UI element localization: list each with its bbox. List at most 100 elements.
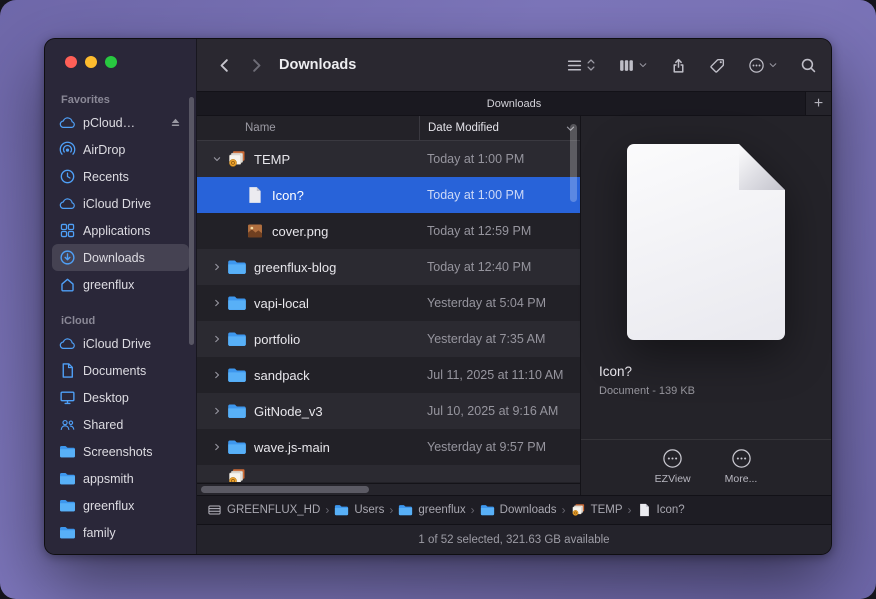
sidebar-section-favorites: FavoritespCloud…AirDrop Recents iCloud Dri… — [45, 85, 196, 298]
sidebar-item-label: Shared — [83, 418, 123, 432]
file-row-icon[interactable]: Icon?Today at 1:00 PM — [197, 177, 580, 213]
sidebar-item-documents[interactable]: Documents — [52, 357, 189, 384]
chevron-left-icon — [216, 57, 233, 74]
file-name: Icon? — [272, 188, 304, 203]
preview-file-name: Icon? — [599, 364, 831, 379]
sidebar-item-label: Recents — [83, 170, 129, 184]
chevron-right-icon — [248, 57, 265, 74]
path-bar: GREENFLUX_HD›Users›greenflux›Downloads›T… — [197, 495, 831, 524]
file-row-temp[interactable]: TEMPToday at 1:00 PM — [197, 141, 580, 177]
toolbar-share-button[interactable] — [670, 57, 687, 74]
sidebar-sections: FavoritespCloud…AirDrop Recents iCloud Dri… — [45, 85, 196, 546]
file-doc-icon — [637, 503, 652, 517]
sidebar-item-pcloud[interactable]: pCloud… — [52, 109, 189, 136]
folder-icon — [59, 443, 76, 460]
file-row-greenflux-blog[interactable]: greenflux-blogToday at 12:40 PM — [197, 249, 580, 285]
forward-button[interactable] — [243, 52, 269, 78]
column-header-name[interactable]: Name — [197, 122, 276, 134]
sidebar-section-icloud: iCloudiCloud DriveDocumentsDesktopShared… — [45, 298, 196, 546]
sidebar-scrollbar[interactable] — [189, 97, 194, 345]
new-tab-button[interactable]: + — [805, 92, 831, 115]
chevron-down-icon — [638, 57, 648, 73]
vertical-scrollbar[interactable] — [570, 124, 577, 202]
path-item-greenflux[interactable]: greenflux — [398, 503, 465, 517]
close-button[interactable] — [65, 56, 77, 68]
cloud-icon — [59, 114, 76, 131]
sidebar-section-title: Favorites — [45, 91, 196, 109]
sidebar-item-family[interactable]: family — [52, 519, 189, 546]
column-header-date-label: Date Modified — [428, 122, 499, 134]
sidebar-item-applications[interactable]: Applications — [52, 217, 189, 244]
tab-downloads[interactable]: Downloads — [487, 98, 541, 110]
sidebar-item-icloud-drive[interactable]: iCloud Drive — [52, 190, 189, 217]
app-grid-icon — [59, 222, 76, 239]
column-header-date-modified[interactable]: Date Modified — [419, 116, 580, 140]
stack-icon — [227, 150, 247, 168]
file-row-gitnode-v3[interactable]: GitNode_v3Jul 10, 2025 at 9:16 AM — [197, 393, 580, 429]
sidebar-item-desktop[interactable]: Desktop — [52, 384, 189, 411]
file-rows: TEMPToday at 1:00 PMIcon?Today at 1:00 P… — [197, 141, 580, 495]
disclosure-right-icon[interactable] — [209, 439, 225, 455]
file-row-vapi-local[interactable]: vapi-localYesterday at 5:04 PM — [197, 285, 580, 321]
folder-icon — [227, 402, 247, 420]
desktop-background: FavoritespCloud…AirDrop Recents iCloud Dri… — [0, 0, 876, 599]
toolbar-more-circle-button[interactable] — [748, 57, 778, 74]
sidebar-item-label: greenflux — [83, 278, 134, 292]
disclosure-spacer — [227, 223, 243, 239]
sidebar-item-screenshots[interactable]: Screenshots — [52, 438, 189, 465]
minimize-button[interactable] — [85, 56, 97, 68]
disclosure-spacer — [209, 469, 225, 482]
preview-file-info: Document - 139 KB — [599, 385, 831, 397]
zoom-button[interactable] — [105, 56, 117, 68]
sidebar-item-greenflux[interactable]: greenflux — [52, 271, 189, 298]
sidebar-item-greenflux[interactable]: greenflux — [52, 492, 189, 519]
preview-action-label: More... — [725, 473, 758, 485]
path-item-icon[interactable]: Icon? — [637, 503, 685, 517]
file-row-cover-png[interactable]: cover.pngToday at 12:59 PM — [197, 213, 580, 249]
file-name: cover.png — [272, 224, 328, 239]
sidebar-item-airdrop[interactable]: AirDrop — [52, 136, 189, 163]
disclosure-right-icon[interactable] — [209, 331, 225, 347]
sidebar-item-label: family — [83, 526, 116, 540]
document-preview-icon — [627, 144, 785, 340]
preview-pane: Icon? Document - 139 KB EZView More... — [581, 116, 831, 495]
path-item-greenflux-hd[interactable]: GREENFLUX_HD — [207, 503, 320, 517]
toolbar: Downloads — [197, 39, 831, 91]
path-item-users[interactable]: Users — [334, 503, 384, 517]
sidebar-item-recents[interactable]: Recents — [52, 163, 189, 190]
preview-action-ezview[interactable]: EZView — [655, 448, 691, 485]
toolbar-list-view-button[interactable] — [566, 57, 596, 74]
file-row-wave-js-main[interactable]: wave.js-mainYesterday at 9:57 PM — [197, 429, 580, 465]
folder-icon — [334, 503, 349, 517]
toolbar-search-button[interactable] — [800, 57, 817, 74]
disclosure-right-icon[interactable] — [209, 295, 225, 311]
disclosure-right-icon[interactable] — [209, 403, 225, 419]
path-separator: › — [389, 503, 393, 517]
disclosure-right-icon[interactable] — [209, 367, 225, 383]
file-name: portfolio — [254, 332, 300, 347]
toolbar-group-view-button[interactable] — [618, 57, 648, 74]
preview-action-more[interactable]: More... — [725, 448, 758, 485]
status-text: 1 of 52 selected, 321.63 GB available — [418, 534, 609, 546]
horizontal-scrollbar[interactable] — [201, 486, 369, 493]
sidebar-item-label: Documents — [83, 364, 146, 378]
sidebar-item-downloads[interactable]: Downloads — [52, 244, 189, 271]
file-row-sandpack[interactable]: sandpackJul 11, 2025 at 11:10 AM — [197, 357, 580, 393]
folder-icon — [227, 294, 247, 312]
file-row-partial[interactable] — [197, 465, 580, 482]
disclosure-down-icon[interactable] — [209, 151, 225, 167]
path-item-downloads[interactable]: Downloads — [480, 503, 557, 517]
toolbar-tag-button[interactable] — [709, 57, 726, 74]
disclosure-right-icon[interactable] — [209, 259, 225, 275]
sidebar-item-appsmith[interactable]: appsmith — [52, 465, 189, 492]
eject-icon — [169, 116, 182, 129]
main-area: Downloads Downloads + Name Date Modified — [197, 39, 831, 554]
path-item-temp[interactable]: TEMP — [571, 503, 623, 517]
sidebar-item-icloud-drive[interactable]: iCloud Drive — [52, 330, 189, 357]
folder-icon — [59, 470, 76, 487]
file-name: wave.js-main — [254, 440, 330, 455]
back-button[interactable] — [211, 52, 237, 78]
stack-icon — [227, 468, 247, 482]
sidebar-item-shared[interactable]: Shared — [52, 411, 189, 438]
file-row-portfolio[interactable]: portfolioYesterday at 7:35 AM — [197, 321, 580, 357]
